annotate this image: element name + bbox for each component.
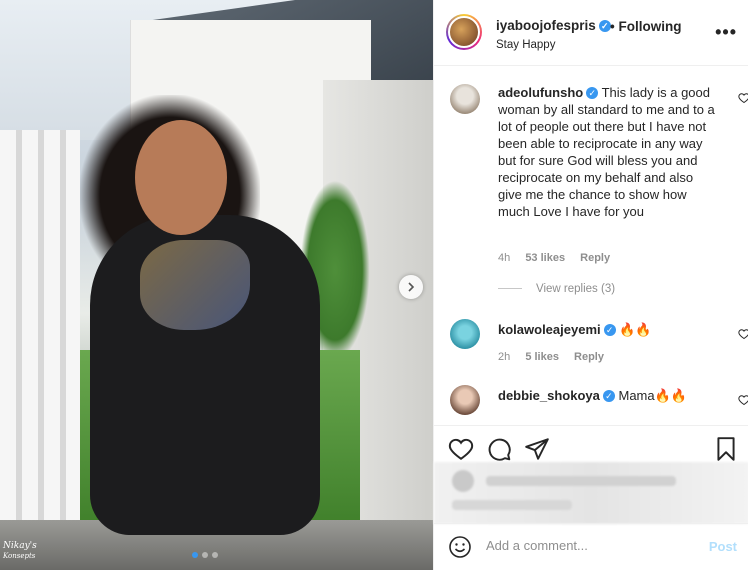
heart-icon[interactable] bbox=[448, 436, 474, 462]
post-image[interactable]: Nikay's Konsepts bbox=[0, 0, 433, 570]
comment-content: 🔥🔥 bbox=[619, 322, 652, 337]
comment-like-icon[interactable] bbox=[738, 92, 748, 104]
comment-content: This lady is a good woman by all standar… bbox=[498, 85, 715, 219]
photo-shirt-embroidery bbox=[140, 240, 250, 330]
comment-meta: 2h 5 likes Reply bbox=[498, 351, 616, 363]
more-options-icon[interactable]: ••• bbox=[715, 22, 737, 43]
post-location[interactable]: Stay Happy bbox=[496, 39, 555, 51]
comment-likes[interactable]: 53 likes bbox=[525, 252, 565, 264]
carousel-dots bbox=[192, 552, 218, 558]
post-side-panel: iyaboojofespris ✓ • Following Stay Happy … bbox=[433, 0, 748, 570]
comment-likes[interactable]: 5 likes bbox=[525, 351, 559, 363]
bookmark-icon[interactable] bbox=[713, 436, 739, 462]
blurred-likes-region bbox=[434, 462, 748, 524]
verified-icon: ✓ bbox=[602, 390, 615, 402]
following-button[interactable]: • Following bbox=[610, 19, 681, 34]
verified-icon: ✓ bbox=[598, 20, 611, 32]
author-username-text[interactable]: iyaboojofespris bbox=[496, 18, 596, 33]
emoji-icon[interactable] bbox=[448, 535, 472, 559]
photo-watermark: Nikay's Konsepts bbox=[3, 541, 37, 560]
comment-avatar[interactable] bbox=[450, 385, 480, 415]
comment-time[interactable]: 2h bbox=[498, 351, 510, 363]
photo-person-head bbox=[135, 120, 227, 235]
comment-like-icon[interactable] bbox=[738, 394, 748, 406]
author-avatar[interactable] bbox=[446, 14, 482, 50]
comment-text: adeolufunsho ✓ This lady is a good woman … bbox=[498, 84, 718, 220]
carousel-dot bbox=[212, 552, 218, 558]
comment-icon[interactable] bbox=[486, 436, 512, 462]
comment-meta: 4h 53 likes Reply bbox=[498, 252, 622, 264]
comment-text: kolawoleajeyemi ✓ 🔥🔥 bbox=[498, 321, 718, 338]
view-replies-label: View replies (3) bbox=[536, 283, 616, 295]
carousel-dot bbox=[202, 552, 208, 558]
photo-fence bbox=[0, 130, 80, 550]
comment-text: debbie_shokoya ✓ Mama🔥🔥 bbox=[498, 387, 718, 404]
post-header: iyaboojofespris ✓ • Following Stay Happy … bbox=[434, 0, 748, 66]
post-comment-button[interactable]: Post bbox=[709, 539, 737, 554]
comment-avatar[interactable] bbox=[450, 319, 480, 349]
author-username[interactable]: iyaboojofespris ✓ bbox=[496, 18, 611, 33]
carousel-dot bbox=[192, 552, 198, 558]
comment-username[interactable]: kolawoleajeyemi bbox=[498, 322, 601, 337]
verified-icon: ✓ bbox=[603, 324, 616, 336]
comment-time[interactable]: 4h bbox=[498, 252, 510, 264]
add-comment-input[interactable] bbox=[486, 538, 686, 553]
send-icon[interactable] bbox=[524, 436, 550, 462]
view-replies-button[interactable]: View replies (3) bbox=[498, 283, 615, 295]
carousel-next-button[interactable] bbox=[399, 275, 423, 299]
reply-button[interactable]: Reply bbox=[574, 351, 604, 363]
comment-like-icon[interactable] bbox=[738, 328, 748, 340]
comment-avatar[interactable] bbox=[450, 84, 480, 114]
chevron-right-icon bbox=[408, 282, 415, 292]
comment-username[interactable]: debbie_shokoya bbox=[498, 388, 600, 403]
verified-icon: ✓ bbox=[586, 87, 599, 99]
comment-username[interactable]: adeolufunsho bbox=[498, 85, 583, 100]
add-comment-bar: Post bbox=[434, 523, 748, 571]
comment-content: Mama🔥🔥 bbox=[618, 388, 688, 403]
reply-button[interactable]: Reply bbox=[580, 252, 610, 264]
